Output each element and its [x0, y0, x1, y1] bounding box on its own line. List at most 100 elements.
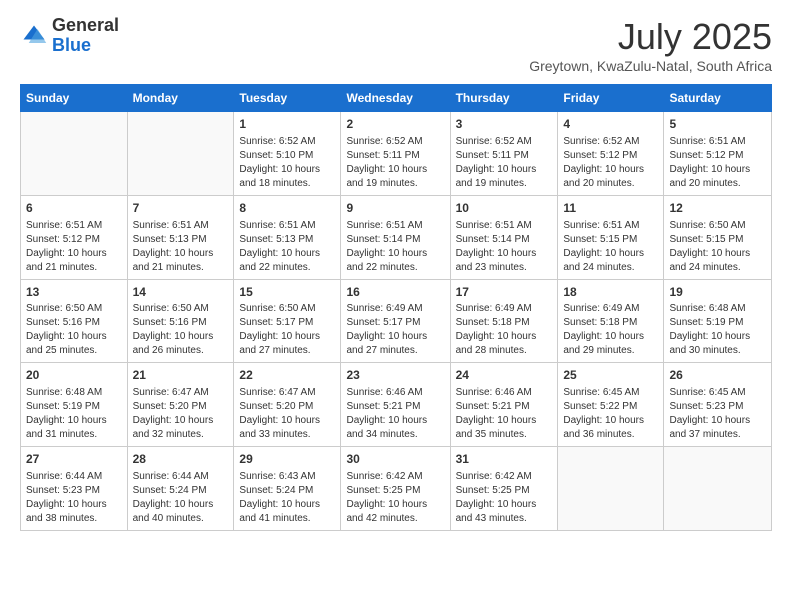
calendar-cell: 23Sunrise: 6:46 AM Sunset: 5:21 PM Dayli… [341, 363, 450, 447]
day-info: Sunrise: 6:50 AM Sunset: 5:16 PM Dayligh… [26, 302, 122, 358]
calendar-cell: 3 Sunrise: 6:52 AM Sunset: 5:11 PM Daylig… [450, 112, 558, 196]
day-info: Sunrise: 6:50 AM Sunset: 5:17 PM Dayligh… [239, 302, 335, 358]
calendar-cell: 22Sunrise: 6:47 AM Sunset: 5:20 PM Dayli… [234, 363, 341, 447]
day-number: 17 [456, 284, 553, 301]
day-info: Sunrise: 6:48 AM Sunset: 5:19 PM Dayligh… [669, 302, 766, 358]
calendar-cell: 21 Sunrise: 6:47 AM Sunset: 5:20 PM Dayli… [127, 363, 234, 447]
month-title: July 2025 [529, 16, 772, 58]
day-number: 25 [563, 367, 658, 384]
calendar-cell [127, 112, 234, 196]
day-info: Sunrise: 6:46 AM Sunset: 5:21 PM Dayligh… [346, 386, 444, 442]
calendar-body: 1Sunrise: 6:52 AM Sunset: 5:10 PM Daylig… [21, 112, 772, 531]
day-info: Sunrise: 6:51 AM Sunset: 5:12 PM Dayligh… [26, 219, 122, 275]
calendar-cell: 2Sunrise: 6:52 AM Sunset: 5:11 PM Daylig… [341, 112, 450, 196]
day-info: Sunrise: 6:52 AM Sunset: 5:12 PM Dayligh… [563, 135, 658, 191]
day-info: Sunrise: 6:45 AM Sunset: 5:23 PM Dayligh… [669, 386, 766, 442]
col-header-sunday: Sunday [21, 85, 128, 112]
calendar-cell: 7 Sunrise: 6:51 AM Sunset: 5:13 PM Daylig… [127, 195, 234, 279]
day-info: Sunrise: 6:51 AM Sunset: 5:14 PM Dayligh… [346, 219, 444, 275]
day-info: Sunrise: 6:51 AM Sunset: 5:13 PM Dayligh… [239, 219, 335, 275]
day-number: 21 [133, 367, 229, 384]
page-header: General Blue July 2025 Greytown, KwaZulu… [20, 16, 772, 74]
day-info: Sunrise: 6:52 AM Sunset: 5:11 PM Dayligh… [456, 135, 553, 191]
day-number: 13 [26, 284, 122, 301]
day-number: 30 [346, 451, 444, 468]
day-number: 7 [133, 200, 229, 217]
calendar-cell: 13Sunrise: 6:50 AM Sunset: 5:16 PM Dayli… [21, 279, 128, 363]
calendar-row: 20 Sunrise: 6:48 AM Sunset: 5:19 PM Dayli… [21, 363, 772, 447]
calendar-cell [558, 447, 664, 531]
calendar-cell: 5Sunrise: 6:51 AM Sunset: 5:12 PM Daylig… [664, 112, 772, 196]
calendar-cell: 30 Sunrise: 6:42 AM Sunset: 5:25 PM Dayli… [341, 447, 450, 531]
day-info: Sunrise: 6:51 AM Sunset: 5:13 PM Dayligh… [133, 219, 229, 275]
day-info: Sunrise: 6:47 AM Sunset: 5:20 PM Dayligh… [133, 386, 229, 442]
calendar-cell: 11 Sunrise: 6:51 AM Sunset: 5:15 PM Dayli… [558, 195, 664, 279]
day-info: Sunrise: 6:49 AM Sunset: 5:18 PM Dayligh… [563, 302, 658, 358]
day-info: Sunrise: 6:46 AM Sunset: 5:21 PM Dayligh… [456, 386, 553, 442]
col-header-friday: Friday [558, 85, 664, 112]
calendar-row: 27 Sunrise: 6:44 AM Sunset: 5:23 PM Dayli… [21, 447, 772, 531]
day-number: 6 [26, 200, 122, 217]
day-number: 9 [346, 200, 444, 217]
day-number: 15 [239, 284, 335, 301]
day-info: Sunrise: 6:48 AM Sunset: 5:19 PM Dayligh… [26, 386, 122, 442]
calendar-cell: 28Sunrise: 6:44 AM Sunset: 5:24 PM Dayli… [127, 447, 234, 531]
day-number: 19 [669, 284, 766, 301]
day-number: 27 [26, 451, 122, 468]
calendar-cell: 15Sunrise: 6:50 AM Sunset: 5:17 PM Dayli… [234, 279, 341, 363]
calendar-table: SundayMondayTuesdayWednesdayThursdayFrid… [20, 84, 772, 531]
logo: General Blue [20, 16, 119, 56]
logo-text: General Blue [52, 16, 119, 56]
day-number: 8 [239, 200, 335, 217]
calendar-row: 1Sunrise: 6:52 AM Sunset: 5:10 PM Daylig… [21, 112, 772, 196]
day-info: Sunrise: 6:49 AM Sunset: 5:18 PM Dayligh… [456, 302, 553, 358]
day-number: 24 [456, 367, 553, 384]
logo-icon [20, 22, 48, 50]
day-number: 26 [669, 367, 766, 384]
day-number: 10 [456, 200, 553, 217]
day-info: Sunrise: 6:52 AM Sunset: 5:10 PM Dayligh… [239, 135, 335, 191]
day-info: Sunrise: 6:44 AM Sunset: 5:24 PM Dayligh… [133, 470, 229, 526]
day-info: Sunrise: 6:50 AM Sunset: 5:16 PM Dayligh… [133, 302, 229, 358]
calendar-cell: 1Sunrise: 6:52 AM Sunset: 5:10 PM Daylig… [234, 112, 341, 196]
col-header-thursday: Thursday [450, 85, 558, 112]
calendar-cell: 12 Sunrise: 6:50 AM Sunset: 5:15 PM Dayli… [664, 195, 772, 279]
calendar-cell: 9 Sunrise: 6:51 AM Sunset: 5:14 PM Daylig… [341, 195, 450, 279]
location: Greytown, KwaZulu-Natal, South Africa [529, 58, 772, 74]
day-info: Sunrise: 6:42 AM Sunset: 5:25 PM Dayligh… [346, 470, 444, 526]
day-number: 29 [239, 451, 335, 468]
calendar-row: 6 Sunrise: 6:51 AM Sunset: 5:12 PM Daylig… [21, 195, 772, 279]
calendar-cell: 31 Sunrise: 6:42 AM Sunset: 5:25 PM Dayli… [450, 447, 558, 531]
day-number: 16 [346, 284, 444, 301]
day-number: 3 [456, 116, 553, 133]
day-number: 12 [669, 200, 766, 217]
calendar-cell: 20 Sunrise: 6:48 AM Sunset: 5:19 PM Dayli… [21, 363, 128, 447]
calendar-cell: 17Sunrise: 6:49 AM Sunset: 5:18 PM Dayli… [450, 279, 558, 363]
day-info: Sunrise: 6:45 AM Sunset: 5:22 PM Dayligh… [563, 386, 658, 442]
calendar-cell: 29 Sunrise: 6:43 AM Sunset: 5:24 PM Dayli… [234, 447, 341, 531]
logo-general: General [52, 16, 119, 36]
title-block: July 2025 Greytown, KwaZulu-Natal, South… [529, 16, 772, 74]
day-info: Sunrise: 6:51 AM Sunset: 5:15 PM Dayligh… [563, 219, 658, 275]
day-info: Sunrise: 6:52 AM Sunset: 5:11 PM Dayligh… [346, 135, 444, 191]
day-info: Sunrise: 6:42 AM Sunset: 5:25 PM Dayligh… [456, 470, 553, 526]
calendar-cell: 19Sunrise: 6:48 AM Sunset: 5:19 PM Dayli… [664, 279, 772, 363]
col-header-wednesday: Wednesday [341, 85, 450, 112]
day-info: Sunrise: 6:47 AM Sunset: 5:20 PM Dayligh… [239, 386, 335, 442]
calendar-cell: 16Sunrise: 6:49 AM Sunset: 5:17 PM Dayli… [341, 279, 450, 363]
calendar-cell: 24 Sunrise: 6:46 AM Sunset: 5:21 PM Dayli… [450, 363, 558, 447]
day-info: Sunrise: 6:49 AM Sunset: 5:17 PM Dayligh… [346, 302, 444, 358]
calendar-cell: 10Sunrise: 6:51 AM Sunset: 5:14 PM Dayli… [450, 195, 558, 279]
day-info: Sunrise: 6:50 AM Sunset: 5:15 PM Dayligh… [669, 219, 766, 275]
day-number: 11 [563, 200, 658, 217]
day-number: 20 [26, 367, 122, 384]
day-number: 31 [456, 451, 553, 468]
calendar-cell: 18Sunrise: 6:49 AM Sunset: 5:18 PM Dayli… [558, 279, 664, 363]
day-number: 14 [133, 284, 229, 301]
logo-blue: Blue [52, 36, 119, 56]
day-info: Sunrise: 6:44 AM Sunset: 5:23 PM Dayligh… [26, 470, 122, 526]
calendar-cell [21, 112, 128, 196]
day-info: Sunrise: 6:43 AM Sunset: 5:24 PM Dayligh… [239, 470, 335, 526]
calendar-header: SundayMondayTuesdayWednesdayThursdayFrid… [21, 85, 772, 112]
day-number: 4 [563, 116, 658, 133]
